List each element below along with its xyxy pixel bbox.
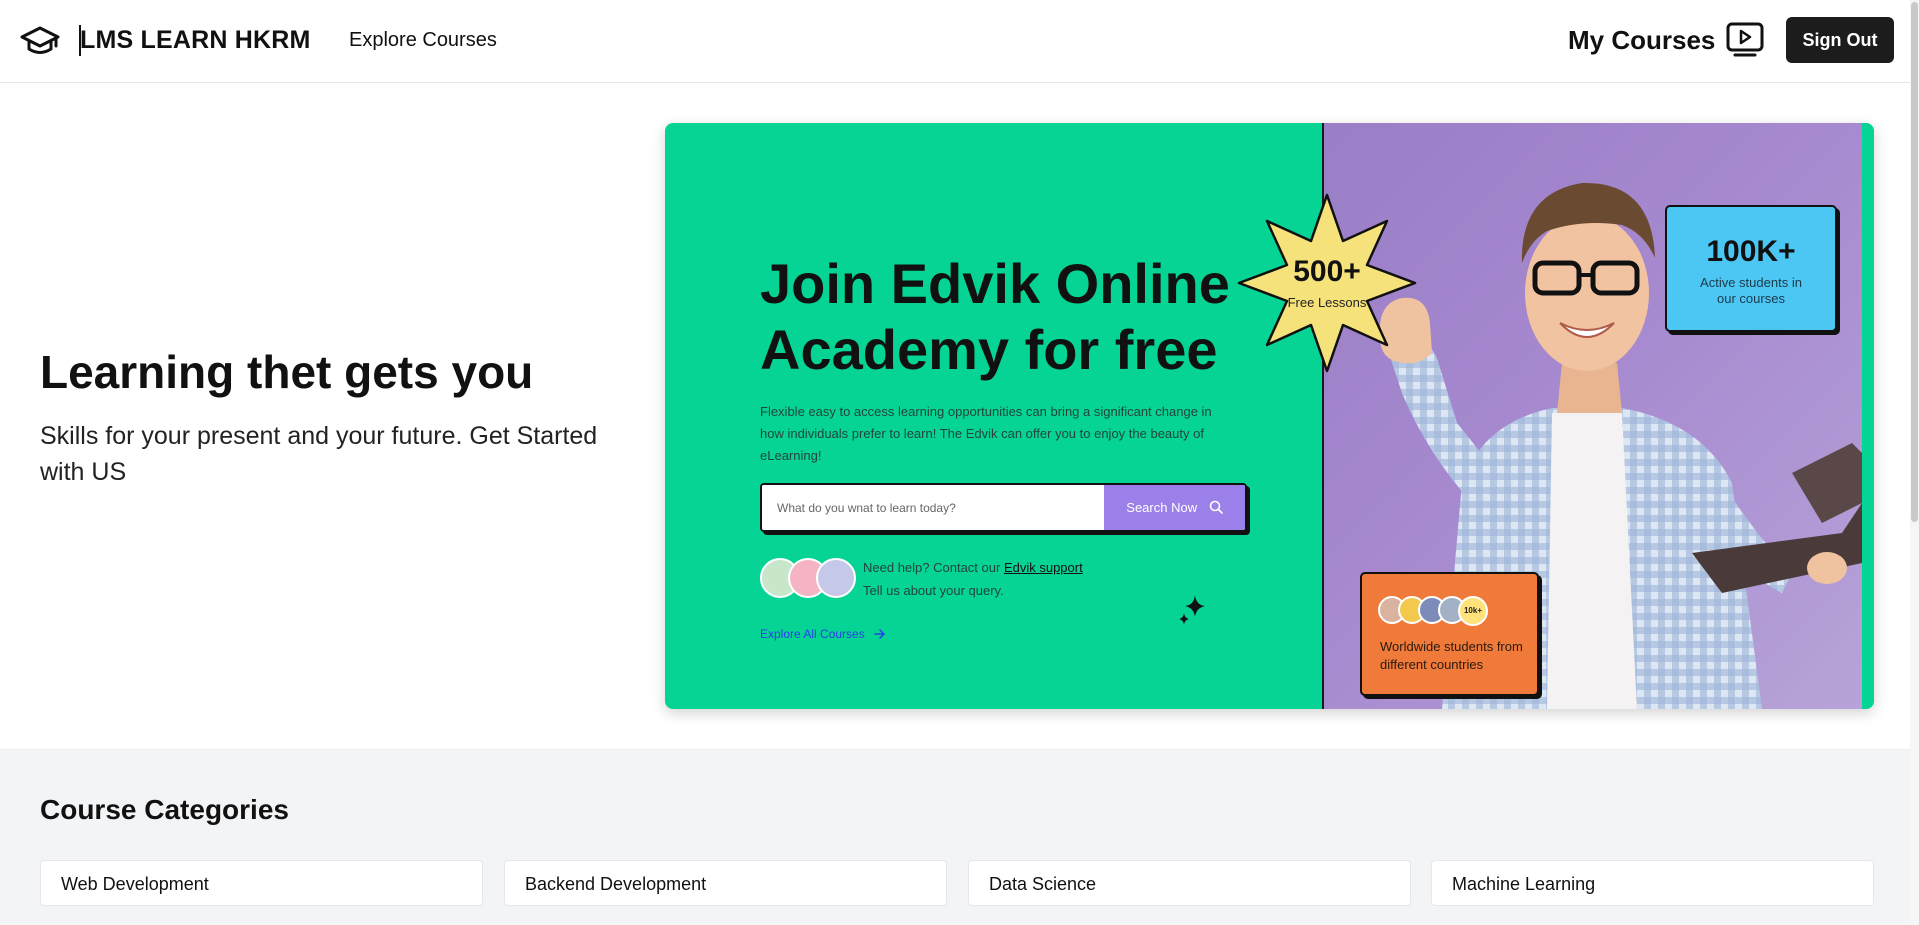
search-now-button[interactable]: Search Now <box>1104 485 1245 530</box>
explore-all-label: Explore All Courses <box>760 627 865 641</box>
active-students-card: 100K+ Active students in our courses <box>1665 205 1837 332</box>
sign-out-button[interactable]: Sign Out <box>1786 17 1894 63</box>
search-icon <box>1209 500 1223 514</box>
category-backend-development[interactable]: Backend Development <box>504 860 947 906</box>
promo-banner: Join Edvik Online Academy for free Flexi… <box>665 123 1874 709</box>
banner-search-box: Search Now <box>760 483 1247 532</box>
arrow-right-icon <box>874 629 885 639</box>
top-navbar: LMS LEARN HKRM Explore Courses My Course… <box>0 0 1919 83</box>
sparkle-icon <box>1179 595 1205 625</box>
worldwide-students-card: 10k+ Worldwide students from different c… <box>1360 572 1539 696</box>
banner-edge <box>1862 123 1874 709</box>
course-categories-title: Course Categories <box>40 794 289 825</box>
help-text: Need help? Contact our Edvik support <box>863 560 1083 575</box>
banner-search-input[interactable] <box>762 485 1104 530</box>
brand-name[interactable]: LMS LEARN HKRM <box>80 26 311 55</box>
avatar <box>816 558 856 598</box>
student-avatars: 10k+ <box>1378 596 1488 626</box>
category-machine-learning[interactable]: Machine Learning <box>1431 860 1874 906</box>
my-courses-link[interactable]: My Courses <box>1568 25 1715 56</box>
students-count-badge: 10k+ <box>1458 596 1488 626</box>
scrollbar-thumb[interactable] <box>1911 2 1918 522</box>
graduation-cap-icon[interactable] <box>20 24 60 58</box>
free-lessons-count: 500+ <box>1293 255 1361 288</box>
active-students-count: 100K+ <box>1706 235 1796 268</box>
category-web-development[interactable]: Web Development <box>40 860 483 906</box>
banner-title: Join Edvik Online Academy for free <box>760 251 1230 383</box>
page-scrollbar[interactable] <box>1910 0 1919 925</box>
help-subtext: Tell us about your query. <box>863 583 1004 598</box>
banner-title-line-1: Join Edvik Online <box>760 252 1230 315</box>
explore-all-courses-link[interactable]: Explore All Courses <box>760 627 886 641</box>
banner-description: Flexible easy to access learning opportu… <box>760 404 1212 463</box>
help-prefix: Need help? Contact our <box>863 560 1004 575</box>
banner-title-line-2: Academy for free <box>760 318 1218 381</box>
play-screen-icon[interactable] <box>1726 21 1764 57</box>
category-data-science[interactable]: Data Science <box>968 860 1411 906</box>
active-students-label: Active students in our courses <box>1700 275 1802 306</box>
edvik-support-link[interactable]: Edvik support <box>1004 560 1083 575</box>
course-categories-section: Course Categories Web Development Backen… <box>0 749 1919 925</box>
support-avatars <box>760 558 860 602</box>
hero-subtitle: Skills for your present and your future.… <box>40 422 598 486</box>
hero-title: Learning thet gets you <box>40 346 534 398</box>
search-now-label: Search Now <box>1126 500 1198 515</box>
explore-courses-link[interactable]: Explore Courses <box>349 29 497 52</box>
free-lessons-label: Free Lessons <box>1287 295 1367 310</box>
worldwide-students-text: Worldwide students from different countr… <box>1380 639 1523 672</box>
